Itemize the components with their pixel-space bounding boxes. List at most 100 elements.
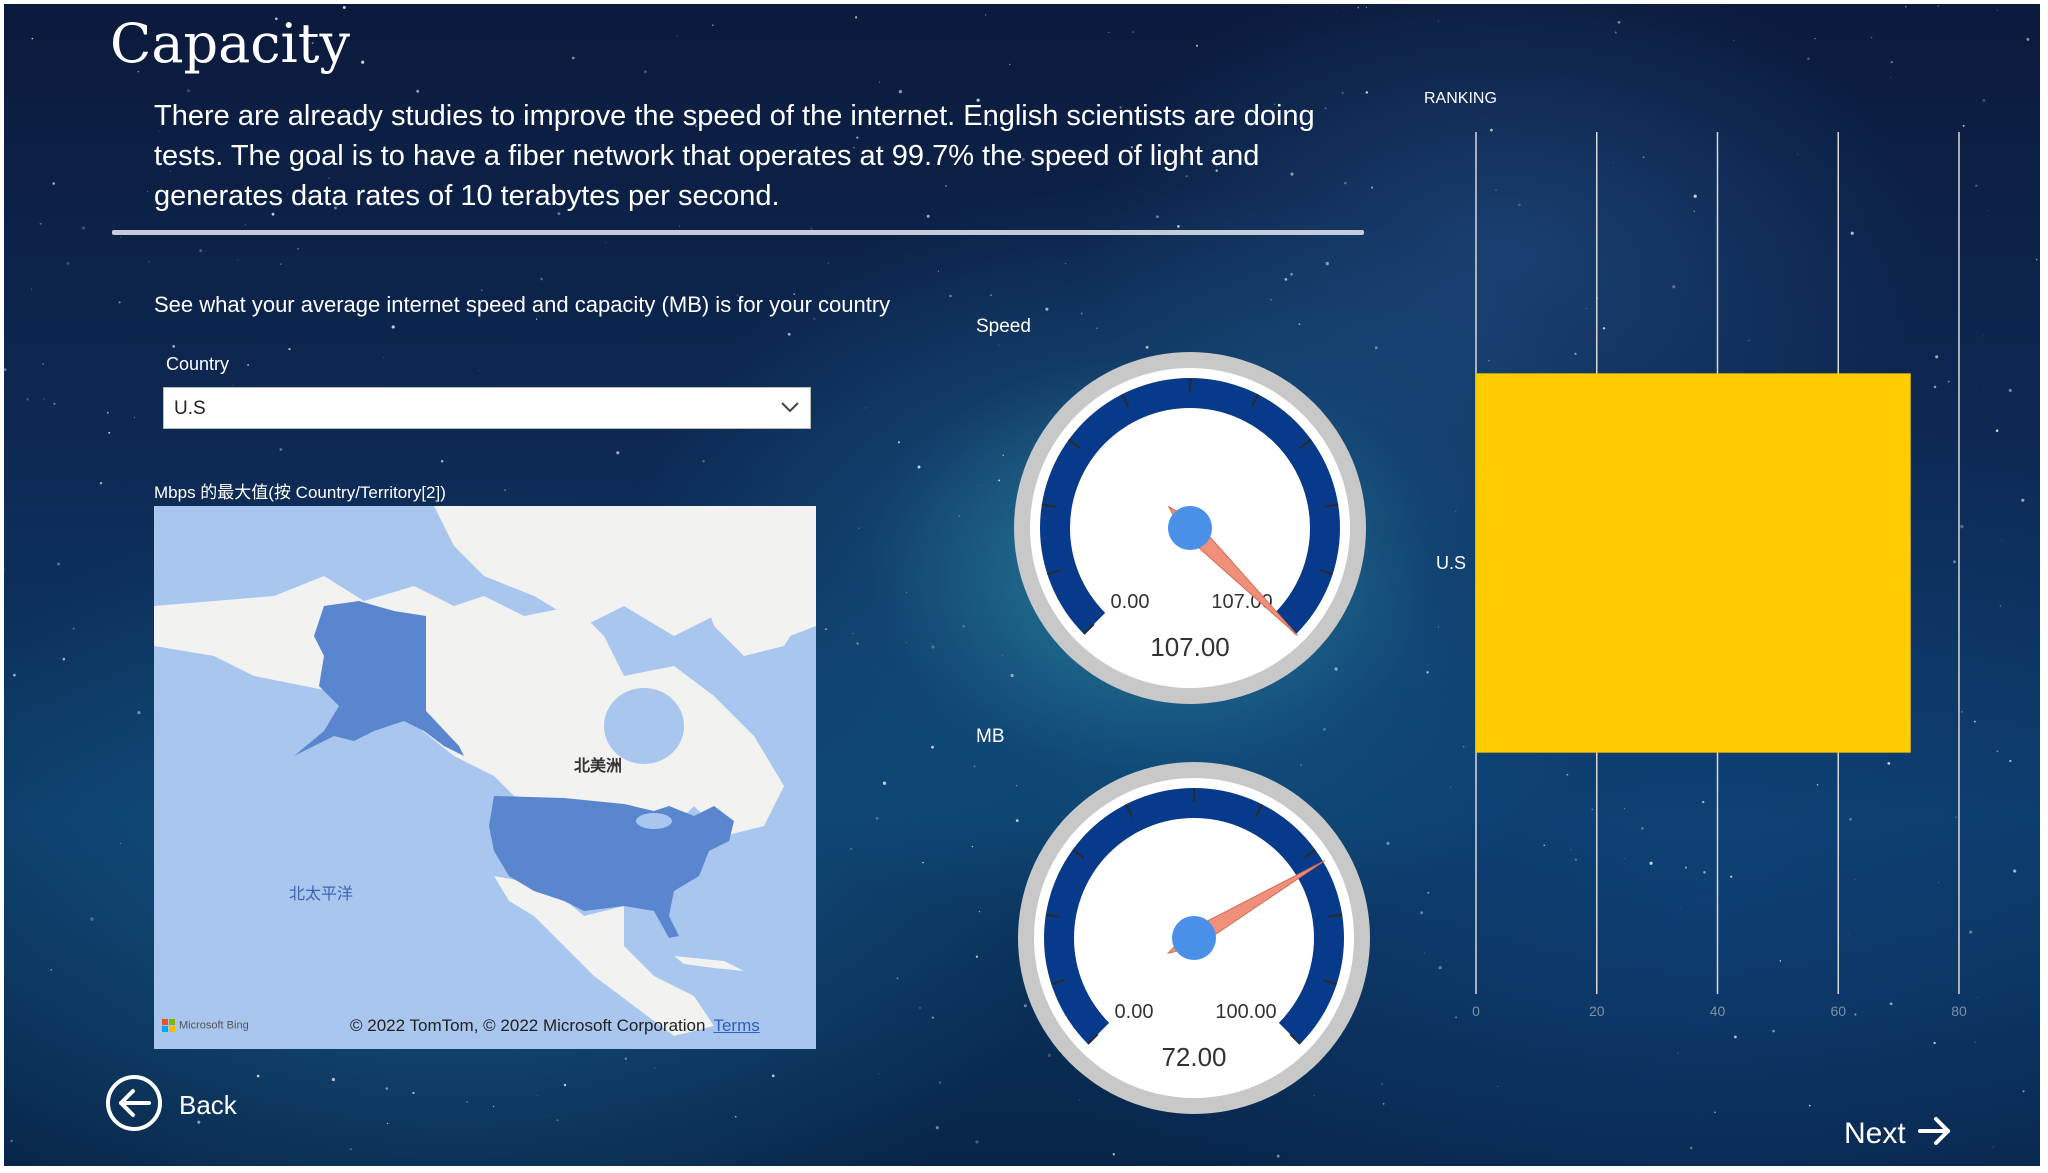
star: [1497, 1086, 1499, 1087]
star: [279, 263, 282, 266]
star: [1420, 911, 1424, 915]
star: [825, 628, 827, 630]
speed-gauge[interactable]: 0.00 107.00107.00: [1010, 348, 1370, 708]
star: [856, 642, 859, 645]
star: [4, 368, 7, 371]
star: [133, 416, 136, 418]
star: [1108, 31, 1110, 34]
star: [2009, 759, 2012, 763]
star: [1381, 1083, 1383, 1085]
country-map[interactable]: 北美洲 北太平洋 Microsoft Bing © 2022 TomTom, ©…: [154, 506, 816, 1049]
bing-logo-icon: [162, 1019, 175, 1032]
star: [985, 14, 987, 16]
page-title: Capacity: [110, 12, 350, 75]
star: [2008, 388, 2012, 392]
star: [342, 6, 346, 9]
star: [1808, 1104, 1811, 1107]
star: [931, 645, 935, 649]
star: [949, 294, 952, 298]
ranking-bar[interactable]: [1476, 373, 1911, 753]
star: [391, 325, 395, 329]
star: [1365, 91, 1369, 94]
star: [850, 848, 852, 850]
star: [1365, 6, 1367, 8]
star: [556, 1119, 559, 1122]
star: [385, 1087, 389, 1090]
star: [2013, 869, 2017, 873]
star: [237, 259, 239, 261]
star: [1298, 323, 1301, 326]
map-label-ocean: 北太平洋: [289, 886, 354, 903]
next-label: Next: [1844, 1116, 1906, 1150]
star: [971, 845, 974, 848]
star: [990, 294, 992, 297]
star: [57, 562, 61, 566]
star: [383, 356, 384, 358]
star: [1132, 31, 1134, 33]
back-button[interactable]: Back: [105, 1074, 237, 1137]
mb-gauge[interactable]: 0.00 100.00 72.00: [1014, 758, 1374, 1118]
star: [2001, 540, 2002, 542]
star: [975, 955, 979, 958]
star: [1112, 1153, 1115, 1156]
ranking-bar-chart[interactable]: 0 20 40 60 80 U.S: [1424, 114, 1984, 1064]
star: [120, 842, 122, 844]
map-title: Mbps 的最大值(按 Country/Territory[2]): [154, 483, 446, 502]
star: [654, 1067, 656, 1069]
star: [546, 1115, 548, 1116]
chevron-down-icon: [780, 400, 800, 419]
star: [1002, 655, 1003, 657]
mb-gauge-min: 0.00: [1115, 1001, 1154, 1023]
map-graphic: [154, 506, 816, 1036]
star: [1336, 12, 1337, 14]
star: [1065, 263, 1067, 265]
star: [53, 402, 56, 405]
star: [852, 632, 854, 635]
star: [616, 451, 620, 455]
star: [10, 1139, 13, 1143]
speed-gauge-hub: [1168, 506, 1212, 550]
star: [90, 917, 94, 921]
star: [1382, 1103, 1385, 1105]
star: [865, 407, 867, 409]
country-dropdown[interactable]: U.S: [163, 387, 811, 429]
star: [99, 481, 103, 485]
star: [2035, 258, 2038, 261]
star: [540, 277, 543, 281]
star: [1890, 76, 1892, 78]
map-terms-link[interactable]: Terms: [713, 1016, 759, 1035]
star: [82, 226, 85, 230]
star: [787, 332, 791, 336]
star: [813, 333, 814, 335]
star: [882, 781, 887, 785]
star: [1904, 5, 1907, 8]
next-button[interactable]: Next: [1844, 1116, 1952, 1151]
map-attribution-text: © 2022 TomTom, © 2022 Microsoft Corporat…: [350, 1016, 706, 1035]
star: [1996, 750, 1999, 753]
star: [1002, 454, 1005, 457]
star: [1982, 98, 1986, 102]
star: [118, 301, 121, 304]
speed-gauge-label: Speed: [976, 316, 1031, 337]
star: [898, 90, 903, 94]
star: [72, 627, 75, 630]
star: [1814, 37, 1816, 40]
star: [878, 81, 880, 83]
star: [875, 817, 879, 820]
ranking-x-tick-label: 40: [1710, 1003, 1726, 1019]
star: [479, 369, 481, 371]
star: [120, 236, 122, 238]
map-land-cuba: [674, 956, 744, 971]
star: [536, 1094, 538, 1097]
star: [1733, 39, 1735, 41]
mb-gauge-hub: [1172, 916, 1216, 960]
star: [813, 317, 816, 320]
star: [386, 1122, 389, 1125]
star: [232, 384, 234, 386]
star: [1357, 6, 1360, 9]
star: [4, 569, 6, 572]
mb-gauge-label: MB: [976, 726, 1005, 747]
star: [1386, 841, 1390, 845]
star: [935, 1126, 939, 1130]
star: [1614, 31, 1617, 34]
